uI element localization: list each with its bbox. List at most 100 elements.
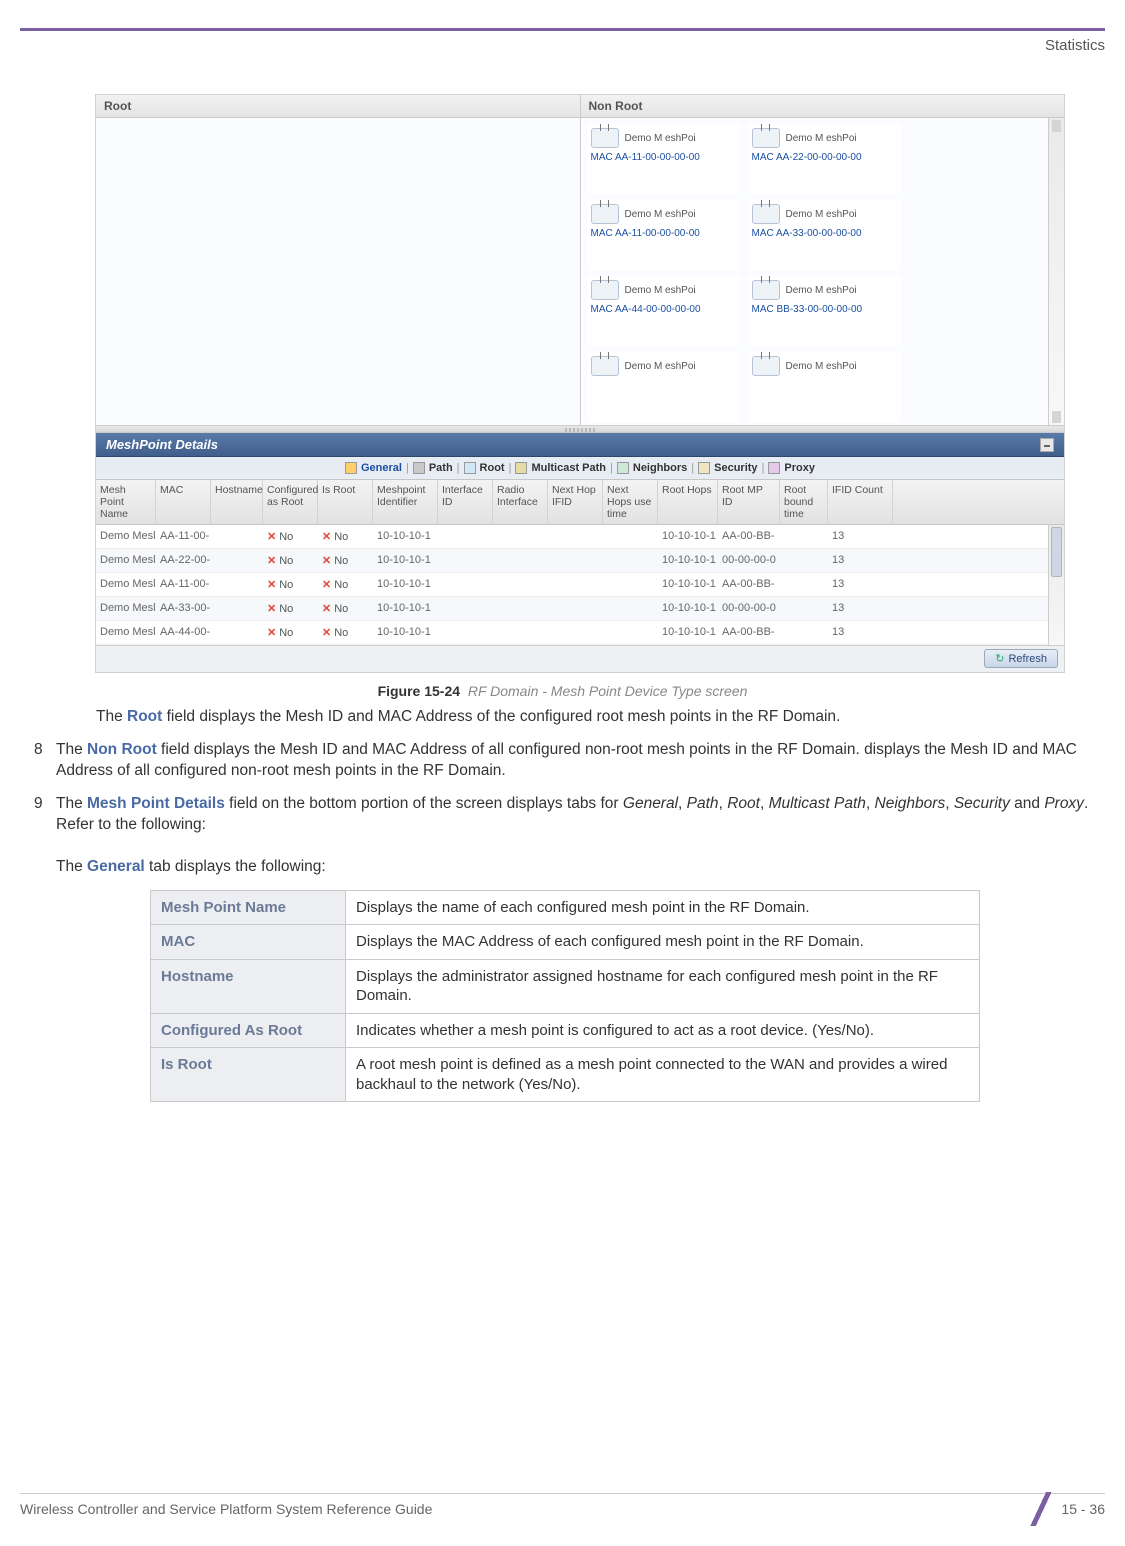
tab-security[interactable]: Security — [698, 462, 757, 474]
meshpoint-mac: MAC BB-33-00-00-00-00 — [752, 304, 897, 315]
column-header[interactable]: Root Hops — [658, 480, 718, 524]
definition-term: Mesh Point Name — [151, 890, 346, 925]
column-header[interactable]: Next Hops use time — [603, 480, 658, 524]
definition-term: Hostname — [151, 959, 346, 1013]
definition-term: MAC — [151, 925, 346, 960]
meshpoint-mac: MAC AA-33-00-00-00-00 — [752, 228, 897, 239]
meshpoint-name: Demo M eshPoi — [786, 285, 857, 296]
root-icon — [464, 462, 476, 474]
column-header[interactable]: Root MP ID — [718, 480, 780, 524]
meshpoint-icon — [752, 204, 780, 224]
column-header[interactable]: IFID Count — [828, 480, 893, 524]
column-header[interactable]: Root bound time — [780, 480, 828, 524]
table-row[interactable]: Demo MeslAA-44-00-NoNo10-10-10-110-10-10… — [96, 621, 1064, 645]
meshpoint-name: Demo M eshPoi — [625, 133, 696, 144]
meshpoint-mac: MAC AA-11-00-00-00-00 — [591, 228, 736, 239]
figure-text: RF Domain - Mesh Point Device Type scree… — [468, 683, 748, 699]
tab-neighbors[interactable]: Neighbors — [617, 462, 687, 474]
column-header[interactable]: Radio Interface — [493, 480, 548, 524]
column-header[interactable]: Hostname — [211, 480, 263, 524]
meshpoint-card[interactable]: Demo M eshPoi MAC AA-22-00-00-00-00 — [748, 124, 901, 194]
neighbors-icon — [617, 462, 629, 474]
tab-path[interactable]: Path — [413, 462, 453, 474]
column-header[interactable]: Mesh Point Name — [96, 480, 156, 524]
scrollbar[interactable] — [1048, 118, 1064, 425]
definition-row: Configured As RootIndicates whether a me… — [151, 1013, 980, 1048]
para-root-field: The Root field displays the Mesh ID and … — [96, 707, 1101, 728]
meshpoint-name: Demo M eshPoi — [625, 361, 696, 372]
footer-guide: Wireless Controller and Service Platform… — [20, 1501, 432, 1517]
meshpoint-name: Demo M eshPoi — [625, 285, 696, 296]
definition-term: Configured As Root — [151, 1013, 346, 1048]
nonroot-pane-body: Demo M eshPoi MAC AA-11-00-00-00-00 Demo M… — [581, 118, 1065, 425]
grid-header: Mesh Point NameMACHostnameConfigured as … — [96, 480, 1064, 525]
details-grid: Mesh Point NameMACHostnameConfigured as … — [96, 480, 1064, 672]
column-header[interactable]: Is Root — [318, 480, 373, 524]
meshpoint-icon — [752, 280, 780, 300]
meshpoint-card[interactable]: Demo M eshPoi — [748, 352, 901, 422]
meshpoint-card[interactable]: Demo M eshPoi MAC AA-33-00-00-00-00 — [748, 200, 901, 270]
meshpoint-icon — [752, 128, 780, 148]
grid-body: Demo MeslAA-11-00-NoNo10-10-10-110-10-10… — [96, 525, 1064, 645]
scroll-thumb[interactable] — [1051, 527, 1062, 577]
footer-page: 15 - 36 — [1061, 1501, 1105, 1517]
meshpoint-icon — [591, 356, 619, 376]
meshpoint-mac: MAC AA-22-00-00-00-00 — [752, 152, 897, 163]
nonroot-pane-title: Non Root — [581, 95, 1065, 118]
definition-desc: Displays the name of each configured mes… — [346, 890, 980, 925]
meshpoint-icon — [752, 356, 780, 376]
meshpoint-card[interactable]: Demo M eshPoiMAC AA-11-00-00-00-00 — [587, 200, 740, 270]
general-definitions-table: Mesh Point NameDisplays the name of each… — [150, 890, 980, 1103]
tab-multicast[interactable]: Multicast Path — [515, 462, 606, 474]
meshpoint-name: Demo M eshPoi — [786, 209, 857, 220]
definition-desc: Displays the MAC Address of each configu… — [346, 925, 980, 960]
figure-caption: Figure 15-24 RF Domain - Mesh Point Devi… — [20, 683, 1105, 699]
meshpoint-card[interactable]: Demo M eshPoi MAC AA-11-00-00-00-00 — [587, 124, 740, 194]
step-9: 9 The Mesh Point Details field on the bo… — [34, 794, 1104, 878]
definition-term: Is Root — [151, 1048, 346, 1102]
root-pane-body — [96, 118, 580, 425]
table-row[interactable]: Demo MeslAA-33-00-NoNo10-10-10-110-10-10… — [96, 597, 1064, 621]
path-icon — [413, 462, 425, 474]
meshpoint-card[interactable]: Demo M eshPoi — [587, 352, 740, 422]
tab-root[interactable]: Root — [464, 462, 505, 474]
meshpoint-mac: MAC AA-44-00-00-00-00 — [591, 304, 736, 315]
root-pane: Root — [96, 95, 581, 425]
column-header[interactable]: Interface ID — [438, 480, 493, 524]
meshpoint-icon — [591, 128, 619, 148]
table-row[interactable]: Demo MeslAA-11-00-NoNo10-10-10-110-10-10… — [96, 525, 1064, 549]
step-8: 8 The Non Root field displays the Mesh I… — [34, 740, 1104, 782]
meshpoint-name: Demo M eshPoi — [786, 133, 857, 144]
definition-row: MACDisplays the MAC Address of each conf… — [151, 925, 980, 960]
splitter[interactable] — [96, 425, 1064, 433]
column-header[interactable]: MAC — [156, 480, 211, 524]
meshpoint-mac: MAC AA-11-00-00-00-00 — [591, 152, 736, 163]
table-row[interactable]: Demo MeslAA-22-00-NoNo10-10-10-110-10-10… — [96, 549, 1064, 573]
meshpoint-card[interactable]: Demo M eshPoi MAC AA-44-00-00-00-00 — [587, 276, 740, 346]
column-header[interactable]: Configured as Root — [263, 480, 318, 524]
nonroot-pane: Non Root Demo M eshPoi MAC AA-11-00-00-00… — [581, 95, 1065, 425]
section-header: Statistics — [20, 37, 1105, 54]
column-header[interactable]: Meshpoint Identifier — [373, 480, 438, 524]
collapse-icon[interactable] — [1040, 438, 1054, 452]
definition-desc: Displays the administrator assigned host… — [346, 959, 980, 1013]
grid-scrollbar[interactable] — [1048, 525, 1064, 645]
tab-proxy[interactable]: Proxy — [768, 462, 815, 474]
column-header[interactable]: Next Hop IFID — [548, 480, 603, 524]
security-icon — [698, 462, 710, 474]
page-footer: Wireless Controller and Service Platform… — [20, 1492, 1105, 1526]
tab-general[interactable]: General — [345, 462, 402, 474]
meshpoint-card[interactable]: Demo M eshPoi MAC BB-33-00-00-00-00 — [748, 276, 901, 346]
multicast-icon — [515, 462, 527, 474]
definition-row: Is RootA root mesh point is defined as a… — [151, 1048, 980, 1102]
general-icon — [345, 462, 357, 474]
figure-label: Figure 15-24 — [378, 683, 460, 699]
table-row[interactable]: Demo MeslAA-11-00-NoNo10-10-10-110-10-10… — [96, 573, 1064, 597]
root-pane-title: Root — [96, 95, 580, 118]
definition-row: HostnameDisplays the administrator assig… — [151, 959, 980, 1013]
refresh-button[interactable]: Refresh — [984, 649, 1058, 668]
footer-slash-icon — [1025, 1492, 1055, 1526]
meshpoint-name: Demo M eshPoi — [786, 361, 857, 372]
definition-desc: A root mesh point is defined as a mesh p… — [346, 1048, 980, 1102]
meshpoint-icon — [591, 204, 619, 224]
